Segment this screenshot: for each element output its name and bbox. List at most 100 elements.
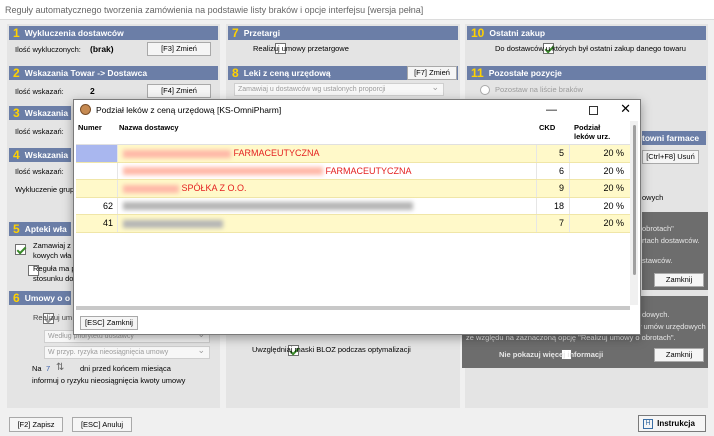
- table-row[interactable]: 41 7 20 %: [76, 215, 632, 233]
- row-supplier-name: [118, 215, 537, 232]
- section-number: 4: [13, 148, 20, 162]
- section-number: 10: [471, 26, 485, 40]
- app-icon: [80, 104, 91, 115]
- row-number: 41: [76, 215, 118, 232]
- close-icon[interactable]: ✕: [620, 99, 631, 119]
- info-box-2-close-button[interactable]: Zamknij: [654, 348, 704, 362]
- section-title: Wykluczenia dostawców: [24, 28, 124, 38]
- assignments-count-label: Ilość wskazań:: [15, 87, 64, 96]
- col-supplier-name[interactable]: Nazwa dostawcy: [119, 121, 179, 144]
- row-supplier-name-text: FARMACEUTYCZNA: [325, 165, 412, 176]
- info-box-1-close-button[interactable]: Zamknij: [654, 273, 704, 287]
- table-row[interactable]: FARMACEUTYCZNA 5 20 %: [76, 145, 632, 163]
- window-title: Reguły automatycznego tworzenia zamówien…: [0, 0, 714, 20]
- row-split: 20 %: [603, 218, 624, 228]
- row-supplier-name: [118, 197, 537, 214]
- row-number: 62: [76, 197, 118, 214]
- days-suffix: dni przed końcem miesiąca: [80, 364, 171, 373]
- redacted-name: [123, 149, 231, 158]
- table-row[interactable]: FARMACEUTYCZNA 6 20 %: [76, 162, 632, 180]
- excluded-count-value: (brak): [90, 44, 114, 54]
- section-title: towni farmace: [642, 133, 700, 143]
- table-row[interactable]: SPÓŁKA Z O.O. 9 20 %: [76, 180, 632, 198]
- table-header: Numer Nazwa dostawcy CKD Podział leków u…: [76, 121, 632, 145]
- rule-priority-label: Reguła ma p: [33, 264, 76, 273]
- horizontal-scrollbar[interactable]: [76, 306, 630, 310]
- section-title: Wskazania Towar -> Dostawca: [24, 68, 148, 78]
- info-box-2-line-1: dowych.: [642, 310, 670, 319]
- own-pharmacies-label-2: kowych wła: [33, 251, 72, 260]
- section-title: Przetargi: [243, 28, 281, 38]
- col-ckd[interactable]: CKD: [539, 121, 555, 144]
- section-11-header: 11 Pozostałe pozycje: [467, 66, 706, 80]
- change-official-price-button[interactable]: [F7] Zmień: [407, 66, 457, 80]
- col-split-line-1: Podział: [574, 123, 601, 132]
- delete-button[interactable]: [Ctrl+F8] Usuń: [642, 150, 699, 164]
- help-button[interactable]: H Instrukcja: [638, 415, 706, 432]
- section-number: 8: [232, 66, 239, 80]
- row-ckd: 7: [537, 215, 570, 232]
- vertical-scrollbar[interactable]: [630, 121, 638, 305]
- bloz-masks-label: Uwzględniaj maski BLOZ podczas optymaliz…: [252, 345, 411, 354]
- section-5-header: 5 Apteki wła: [9, 222, 71, 236]
- dialog-close-button[interactable]: [ESC] Zamknij: [80, 316, 138, 330]
- section-number: 7: [232, 26, 239, 40]
- row-ckd: 18: [537, 197, 570, 214]
- maximize-icon[interactable]: [589, 106, 598, 115]
- section-6-header: 6 Umowy o o: [9, 291, 71, 305]
- row-ckd: 9: [537, 180, 570, 197]
- col-split-line-2: leków urz.: [574, 132, 611, 141]
- section-title: Wskazania: [24, 108, 69, 118]
- official-price-split-dialog: Podział leków z ceną urzędową [KS-OmniPh…: [73, 99, 641, 335]
- section-4-header: 4 Wskazania: [9, 148, 71, 162]
- change-exclusions-button[interactable]: [F3] Zmień: [147, 42, 211, 56]
- help-label: Instrukcja: [657, 419, 695, 428]
- leave-on-list-radio[interactable]: [480, 85, 490, 95]
- row-supplier-name-text: FARMACEUTYCZNA: [233, 148, 320, 158]
- dialog-title: Podział leków z ceną urzędową [KS-OmniPh…: [96, 105, 282, 115]
- col-split[interactable]: Podział leków urz.: [574, 121, 610, 144]
- section-title: Ostatni zakup: [489, 28, 546, 38]
- scrollbar-thumb[interactable]: [632, 125, 636, 275]
- rule-priority-label-2: stosunku do: [33, 274, 74, 283]
- group-exclusion-label: Wykluczenie grup: [15, 185, 75, 194]
- own-pharmacies-checkbox[interactable]: [15, 244, 26, 255]
- suppliers-table: Numer Nazwa dostawcy CKD Podział leków u…: [76, 121, 632, 306]
- days-input[interactable]: 7: [46, 364, 50, 373]
- last-purchase-label: Do dostawców u których był ostatni zakup…: [495, 44, 686, 53]
- section-7-header: 7 Przetargi: [228, 26, 458, 40]
- section-2-header: 2 Wskazania Towar -> Dostawca: [9, 66, 218, 80]
- dialog-titlebar: Podział leków z ceną urzędową [KS-OmniPh…: [74, 100, 640, 120]
- tender-contracts-label: Realizuj umowy przetargowe: [253, 44, 349, 53]
- section-1-header: 1 Wykluczenia dostawców: [9, 26, 218, 40]
- section-number: 3: [13, 106, 20, 120]
- official-price-strategy-combo[interactable]: Zamawiaj u dostawców wg ustalonych propo…: [234, 82, 444, 96]
- redacted-name: [123, 219, 223, 228]
- info-box-2-line-2: w umów urzędowych: [636, 322, 706, 331]
- col-number[interactable]: Numer: [76, 121, 102, 144]
- redacted-name: [123, 167, 323, 176]
- cancel-button[interactable]: [ESC] Anuluj: [72, 417, 132, 432]
- contract-risk-combo[interactable]: W przyp. ryzyka nieosiągnięcia umowy: [44, 345, 210, 359]
- section-12-header: towni farmace: [642, 131, 706, 145]
- section-number: 1: [13, 26, 20, 40]
- section-title: Umowy o o: [24, 293, 71, 303]
- section-3-count-label: Ilość wskazań:: [15, 127, 64, 136]
- leave-on-list-label: Pozostaw na liście braków: [495, 85, 583, 94]
- section-4-count-label: Ilość wskazań:: [15, 167, 64, 176]
- assignments-count-value: 2: [90, 86, 95, 96]
- days-prefix: Na: [32, 364, 42, 373]
- change-assignments-button[interactable]: [F4] Zmień: [147, 84, 211, 98]
- row-number: [76, 162, 118, 179]
- section-10-header: 10 Ostatni zakup: [467, 26, 706, 40]
- row-supplier-name: FARMACEUTYCZNA: [118, 162, 537, 179]
- section-3-header: 3 Wskazania: [9, 106, 71, 120]
- days-stepper[interactable]: ⇅: [56, 362, 66, 374]
- row-ckd: 5: [537, 145, 570, 162]
- minimize-icon[interactable]: —: [546, 100, 557, 120]
- save-button[interactable]: [F2] Zapisz: [9, 417, 63, 432]
- row-split: 20 %: [603, 148, 624, 158]
- section-number: 2: [13, 66, 20, 80]
- table-row[interactable]: 62 18 20 %: [76, 197, 632, 215]
- help-icon: H: [643, 419, 653, 430]
